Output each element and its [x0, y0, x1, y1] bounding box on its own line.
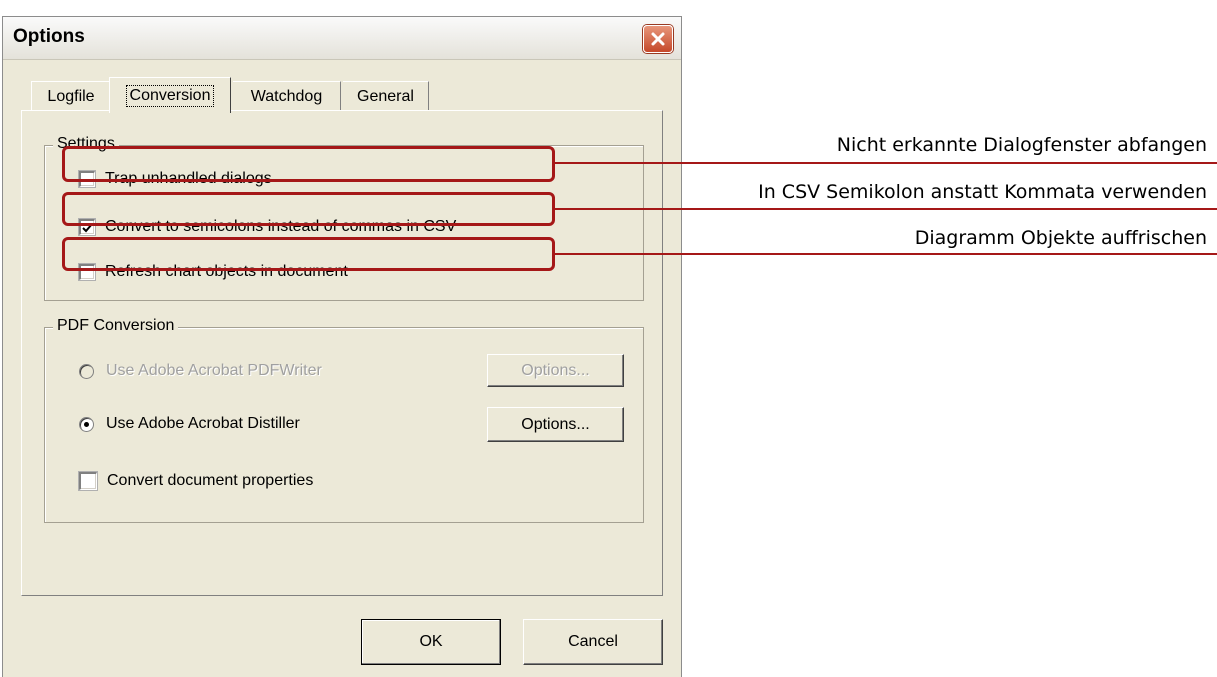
annotation-refresh-charts: Diagramm Objekte auffrischen: [914, 227, 1207, 249]
options-dialog: Options Logfile Conversion Watchdog Gene…: [2, 16, 682, 677]
tab-watchdog-label: Watchdog: [250, 87, 323, 105]
radio-selected-dot: [84, 421, 89, 427]
distiller-radio-row[interactable]: Use Adobe Acrobat Distiller: [79, 415, 300, 433]
tab-conversion[interactable]: Conversion: [109, 77, 231, 113]
callout-line-trap-dialogs: [555, 162, 1217, 164]
close-icon: [651, 32, 665, 46]
pdf-conversion-group-label: PDF Conversion: [53, 317, 179, 335]
pdfwriter-radio[interactable]: [79, 363, 94, 379]
distiller-options-label: Options...: [521, 415, 590, 433]
pdfwriter-radio-row[interactable]: Use Adobe Acrobat PDFWriter: [79, 362, 322, 380]
annotation-semicolons: In CSV Semikolon anstatt Kommata verwend…: [758, 181, 1207, 203]
tab-general-label: General: [357, 87, 414, 105]
convert-properties-checkbox-row[interactable]: Convert document properties: [79, 472, 313, 490]
ok-button[interactable]: OK: [361, 619, 501, 665]
pdfwriter-options-button[interactable]: Options...: [487, 354, 624, 387]
pdf-conversion-group: PDF Conversion Use Adobe Acrobat PDFWrit…: [44, 317, 644, 523]
pdfwriter-label: Use Adobe Acrobat PDFWriter: [106, 362, 322, 379]
convert-properties-label: Convert document properties: [107, 472, 314, 489]
convert-properties-checkbox[interactable]: [79, 472, 97, 490]
callout-line-semicolons: [555, 208, 1217, 210]
distiller-radio[interactable]: [79, 416, 94, 432]
ok-button-label: OK: [419, 633, 443, 650]
cancel-button-label: Cancel: [568, 633, 618, 650]
close-button[interactable]: [643, 25, 673, 53]
title-bar: Options: [3, 17, 681, 60]
annotation-trap-dialogs: Nicht erkannte Dialogfenster abfangen: [836, 134, 1207, 156]
highlight-refresh-charts: [62, 237, 555, 271]
tab-watchdog[interactable]: Watchdog: [233, 81, 341, 111]
tab-general[interactable]: General: [343, 81, 429, 111]
tab-logfile[interactable]: Logfile: [31, 81, 111, 111]
conversion-tab-panel: Settings Trap unhandled dialogs Convert …: [21, 110, 663, 596]
tab-logfile-label: Logfile: [47, 87, 95, 105]
distiller-options-button[interactable]: Options...: [487, 407, 624, 442]
window-title: Options: [13, 26, 85, 47]
callout-line-refresh-charts: [555, 253, 1217, 255]
distiller-label: Use Adobe Acrobat Distiller: [106, 415, 300, 432]
cancel-button[interactable]: Cancel: [523, 619, 663, 665]
pdfwriter-options-label: Options...: [521, 361, 590, 379]
highlight-semicolons: [62, 192, 555, 226]
highlight-trap-dialogs: [62, 146, 555, 182]
tab-conversion-label: Conversion: [125, 84, 215, 107]
